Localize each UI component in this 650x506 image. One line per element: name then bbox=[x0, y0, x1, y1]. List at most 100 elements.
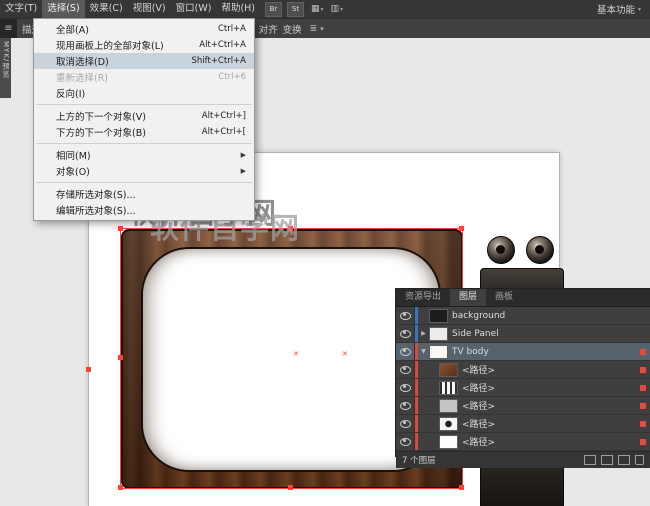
bridge-icon[interactable]: Br bbox=[265, 2, 282, 17]
tv-knob-left[interactable] bbox=[487, 236, 515, 264]
new-layer-icon[interactable] bbox=[618, 455, 630, 465]
menu-effect[interactable]: 效果(C) bbox=[85, 0, 128, 18]
stock-icon[interactable]: St bbox=[287, 2, 304, 17]
menu-select[interactable]: 选择(S) bbox=[42, 0, 84, 18]
visibility-toggle[interactable] bbox=[396, 343, 415, 360]
menu-item-save-selection[interactable]: 存储所选对象(S)... bbox=[34, 186, 254, 202]
menu-separator bbox=[36, 104, 252, 105]
menu-item-object[interactable]: 对象(O) ▶ bbox=[34, 163, 254, 179]
visibility-toggle[interactable] bbox=[396, 307, 415, 324]
layer-color-bar bbox=[415, 415, 418, 432]
layer-color-bar bbox=[415, 361, 418, 378]
menu-view[interactable]: 视图(V) bbox=[128, 0, 171, 18]
selection-indicator[interactable] bbox=[635, 385, 650, 391]
panel-toggle-icon[interactable]: ≡ bbox=[0, 19, 17, 38]
selected-art-icon bbox=[640, 385, 646, 391]
selection-indicator[interactable] bbox=[635, 421, 650, 427]
new-sublayer-icon[interactable] bbox=[601, 455, 613, 465]
tab-artboards[interactable]: 画板 bbox=[486, 289, 522, 306]
selection-indicator[interactable] bbox=[635, 403, 650, 409]
menu-text[interactable]: 文字(T) bbox=[0, 0, 42, 18]
document-layout-icon[interactable]: ▥ ▾ bbox=[331, 4, 344, 14]
layer-count: 7 个图层 bbox=[402, 454, 436, 466]
eye-icon bbox=[400, 402, 411, 410]
layer-thumbnail bbox=[429, 345, 448, 359]
menu-item-inverse[interactable]: 反向(I) bbox=[34, 85, 254, 101]
select-dropdown-menu: 全部(A) Ctrl+A 现用画板上的全部对象(L) Alt+Ctrl+A 取消… bbox=[33, 18, 255, 221]
layer-row-tv-body[interactable]: ▼ TV body bbox=[396, 343, 650, 361]
layer-row-path-1[interactable]: <路径> bbox=[396, 361, 650, 379]
menu-item-all-on-artboard[interactable]: 现用画板上的全部对象(L) Alt+Ctrl+A bbox=[34, 37, 254, 53]
make-mask-icon[interactable] bbox=[584, 455, 596, 465]
menu-item-same[interactable]: 相同(M) ▶ bbox=[34, 147, 254, 163]
visibility-toggle[interactable] bbox=[396, 361, 415, 378]
eye-icon bbox=[400, 438, 411, 446]
anchor-point[interactable] bbox=[86, 367, 91, 372]
anchor-point[interactable] bbox=[118, 226, 123, 231]
path-thumbnail bbox=[439, 399, 458, 413]
visibility-toggle[interactable] bbox=[396, 433, 415, 450]
chevron-down-icon: ▾ bbox=[321, 6, 324, 13]
eye-icon bbox=[400, 420, 411, 428]
path-thumbnail bbox=[439, 381, 458, 395]
anchor-point[interactable] bbox=[118, 485, 123, 490]
visibility-toggle[interactable] bbox=[396, 397, 415, 414]
selection-indicator[interactable] bbox=[635, 349, 650, 355]
menu-item-deselect[interactable]: 取消选择(D) Shift+Ctrl+A bbox=[34, 53, 254, 69]
document-tab[interactable]: MYK/预览 bbox=[0, 38, 11, 98]
anchor-point[interactable] bbox=[118, 355, 123, 360]
panel-tab-bar: 资源导出 图层 画板 bbox=[396, 289, 650, 307]
selected-art-icon bbox=[640, 349, 646, 355]
workspace-switcher[interactable]: 基本功能 bbox=[597, 2, 635, 16]
layer-color-bar bbox=[415, 307, 418, 324]
grid-icon: ▦ bbox=[311, 4, 320, 14]
menu-item-select-all[interactable]: 全部(A) Ctrl+A bbox=[34, 21, 254, 37]
eye-icon bbox=[400, 366, 411, 374]
visibility-toggle[interactable] bbox=[396, 379, 415, 396]
transform-button[interactable]: 变换 bbox=[283, 22, 302, 36]
layer-color-bar bbox=[415, 397, 418, 414]
layer-row-side-panel[interactable]: ▶ Side Panel bbox=[396, 325, 650, 343]
anchor-point[interactable] bbox=[459, 226, 464, 231]
menu-item-next-object-below[interactable]: 下方的下一个对象(B) Alt+Ctrl+[ bbox=[34, 124, 254, 140]
menu-window[interactable]: 窗口(W) bbox=[171, 0, 217, 18]
submenu-arrow-icon: ▶ bbox=[241, 151, 246, 159]
eye-icon bbox=[400, 330, 411, 338]
menu-item-edit-selection[interactable]: 编辑所选对象(S)... bbox=[34, 202, 254, 218]
delete-layer-icon[interactable] bbox=[635, 455, 644, 465]
layer-row-background[interactable]: background bbox=[396, 307, 650, 325]
menu-item-next-object-above[interactable]: 上方的下一个对象(V) Alt+Ctrl+] bbox=[34, 108, 254, 124]
tab-asset-export[interactable]: 资源导出 bbox=[396, 289, 450, 306]
tv-knob-right[interactable] bbox=[526, 236, 554, 264]
visibility-toggle[interactable] bbox=[396, 415, 415, 432]
path-thumbnail bbox=[439, 417, 458, 431]
layer-row-path-4[interactable]: <路径> bbox=[396, 415, 650, 433]
layer-row-path-2[interactable]: <路径> bbox=[396, 379, 650, 397]
path-thumbnail bbox=[439, 435, 458, 449]
layer-row-path-3[interactable]: <路径> bbox=[396, 397, 650, 415]
visibility-toggle[interactable] bbox=[396, 325, 415, 342]
center-mark: ✕ bbox=[293, 351, 299, 358]
chevron-down-icon: ▾ bbox=[638, 6, 641, 13]
selected-art-icon bbox=[640, 403, 646, 409]
expand-arrow-icon[interactable]: ▼ bbox=[418, 348, 429, 355]
selection-indicator[interactable] bbox=[635, 367, 650, 373]
layers-panel: 资源导出 图层 画板 background ▶ Side Panel ▼ TV … bbox=[395, 288, 650, 457]
grid-icon: ▥ bbox=[331, 4, 340, 14]
anchor-point[interactable] bbox=[288, 485, 293, 490]
layers-panel-footer: 7 个图层 bbox=[396, 451, 650, 468]
eye-icon bbox=[400, 312, 411, 320]
selected-art-icon bbox=[640, 367, 646, 373]
anchor-point[interactable] bbox=[459, 485, 464, 490]
arrange-documents-icon[interactable]: ▦ ▾ bbox=[311, 4, 324, 14]
layer-row-path-5[interactable]: <路径> bbox=[396, 433, 650, 451]
selection-indicator[interactable] bbox=[635, 439, 650, 445]
menu-bar: 文字(T) 选择(S) 效果(C) 视图(V) 窗口(W) 帮助(H) Br S… bbox=[0, 0, 650, 18]
expand-arrow-icon[interactable]: ▶ bbox=[418, 330, 429, 337]
menu-help[interactable]: 帮助(H) bbox=[216, 0, 260, 18]
control-panel-menu-icon[interactable]: ≣ ▾ bbox=[307, 22, 327, 35]
submenu-arrow-icon: ▶ bbox=[241, 167, 246, 175]
align-button[interactable]: 对齐 bbox=[259, 22, 278, 36]
tab-layers[interactable]: 图层 bbox=[450, 289, 486, 306]
eye-icon bbox=[400, 348, 411, 356]
